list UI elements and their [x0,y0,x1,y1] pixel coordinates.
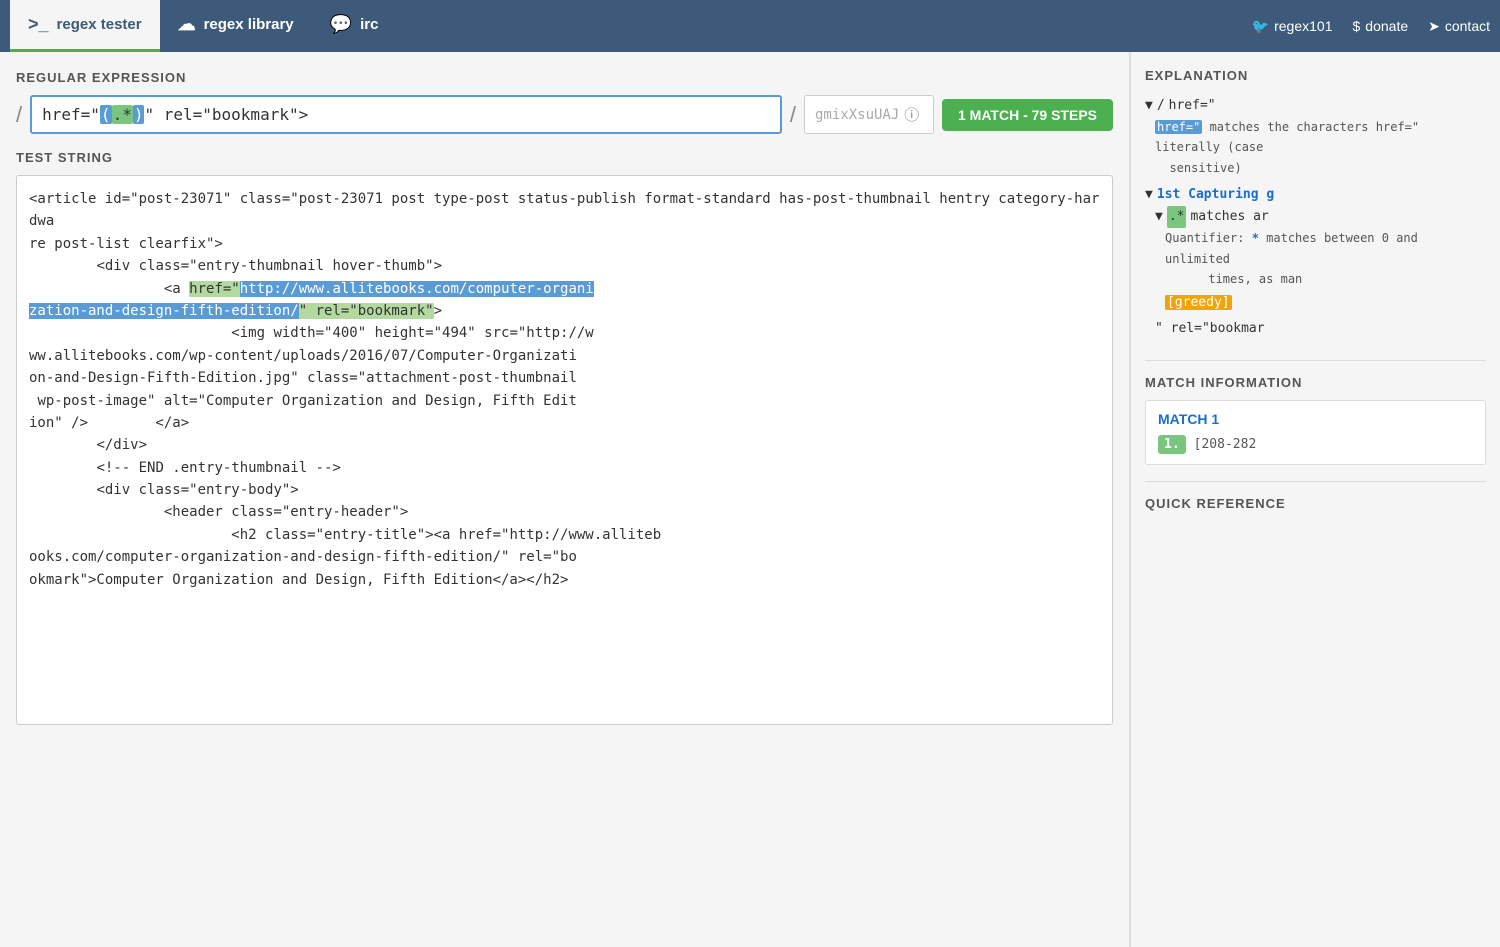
quick-ref-title: QUICK REFERENCE [1145,496,1486,511]
tab-irc-label: irc [360,16,378,33]
exp-node-dotstar: ▼ .* matches ar [1145,206,1486,228]
collapse-icon-dotstar[interactable]: ▼ [1155,206,1163,228]
match1-range: [208-282 [1194,437,1257,452]
match1-number: 1. [1158,435,1186,454]
regex-input[interactable]: href="(.*)" rel="bookmark"> [30,95,782,134]
flags-placeholder-text: gmixXsuUAJ [815,107,899,123]
explanation-title: EXPLANATION [1145,68,1486,83]
tab-regex-library[interactable]: ☁ regex library [160,0,312,52]
left-panel: REGULAR EXPRESSION / href="(.*)" rel="bo… [0,52,1130,947]
regex-text-after: " rel="bookmark"> [144,105,308,124]
terminal-icon: >_ [28,14,49,35]
exp-dotstar-token: .* [1167,206,1187,228]
exp-href-token: href=" [1169,95,1216,117]
match-info-title: MATCH INFORMATION [1145,375,1486,390]
contact-label: contact [1445,18,1490,34]
chat-icon: 💬 [330,14,352,35]
regex-group-close: ) [133,105,145,124]
divider-2 [1145,481,1486,482]
explanation-tree: ▼ / href=" href=" matches the characters… [1145,95,1486,340]
regex-close-slash: / [790,102,796,128]
nav-right-links: 🐦 regex101 $ donate ➤ contact [1252,0,1490,52]
match-info-box: MATCH 1 1. [208-282 [1145,400,1486,465]
exp-quantifier-desc: Quantifier: * matches between 0 and unli… [1145,228,1486,289]
tab-regex-library-label: regex library [204,16,294,33]
twitter-link[interactable]: 🐦 regex101 [1252,18,1333,35]
collapse-icon-href[interactable]: ▼ [1145,95,1153,117]
test-string-text2: > <img width="400" height="494" src="htt… [29,303,661,588]
test-string-area[interactable]: <article id="post-23071" class="post-230… [16,175,1113,725]
top-navigation: >_ regex tester ☁ regex library 💬 irc 🐦 … [0,0,1500,52]
flags-help-icon[interactable]: ⓘ [904,104,919,125]
match-badge: 1 MATCH - 79 STEPS [942,99,1113,131]
exp-href-desc: href=" matches the characters href=" lit… [1145,117,1486,178]
contact-icon: ➤ [1428,18,1440,35]
twitter-icon: 🐦 [1252,18,1269,35]
exp-slash: / [1157,95,1165,117]
match1-row: 1. [208-282 [1158,435,1473,454]
tab-regex-tester[interactable]: >_ regex tester [10,0,160,52]
right-panel: EXPLANATION ▼ / href=" href=" matches th… [1130,52,1500,947]
exp-greedy-badge: [greedy] [1145,292,1486,314]
twitter-label: regex101 [1274,18,1332,34]
match1-header: MATCH 1 [1158,411,1473,427]
exp-1st-label: 1st Capturing g [1157,184,1274,206]
collapse-icon-capturing[interactable]: ▼ [1145,184,1153,206]
exp-greedy-token: [greedy] [1165,295,1232,310]
flags-input[interactable]: gmixXsuUAJ ⓘ [804,95,934,134]
exp-href-desc-text: href=" matches the characters href=" lit… [1155,120,1419,175]
test-section-title: TEST STRING [16,150,1113,165]
donate-label: donate [1365,18,1408,34]
exp-node-href: ▼ / href=" [1145,95,1486,117]
exp-node-rel: " rel="bookmar [1145,318,1486,340]
contact-link[interactable]: ➤ contact [1428,18,1490,35]
regex-row: / href="(.*)" rel="bookmark"> / gmixXsuU… [16,95,1113,134]
regex-open-slash: / [16,102,22,128]
exp-node-capturing: ▼ 1st Capturing g [1145,184,1486,206]
regex-text-before: href=" [42,105,100,124]
tab-irc[interactable]: 💬 irc [312,0,397,52]
exp-rel-text: " rel="bookmar [1155,321,1265,336]
exp-dotstar-label: matches ar [1190,206,1268,228]
tab-regex-tester-label: regex tester [57,16,142,33]
donate-link[interactable]: $ donate [1353,18,1409,34]
regex-group-open: ( [100,105,112,124]
donate-icon: $ [1353,18,1361,34]
regex-dot-star: .* [112,105,133,124]
main-container: REGULAR EXPRESSION / href="(.*)" rel="bo… [0,52,1500,947]
divider-1 [1145,360,1486,361]
cloud-icon: ☁ [178,14,196,35]
regex-section-title: REGULAR EXPRESSION [16,70,1113,85]
